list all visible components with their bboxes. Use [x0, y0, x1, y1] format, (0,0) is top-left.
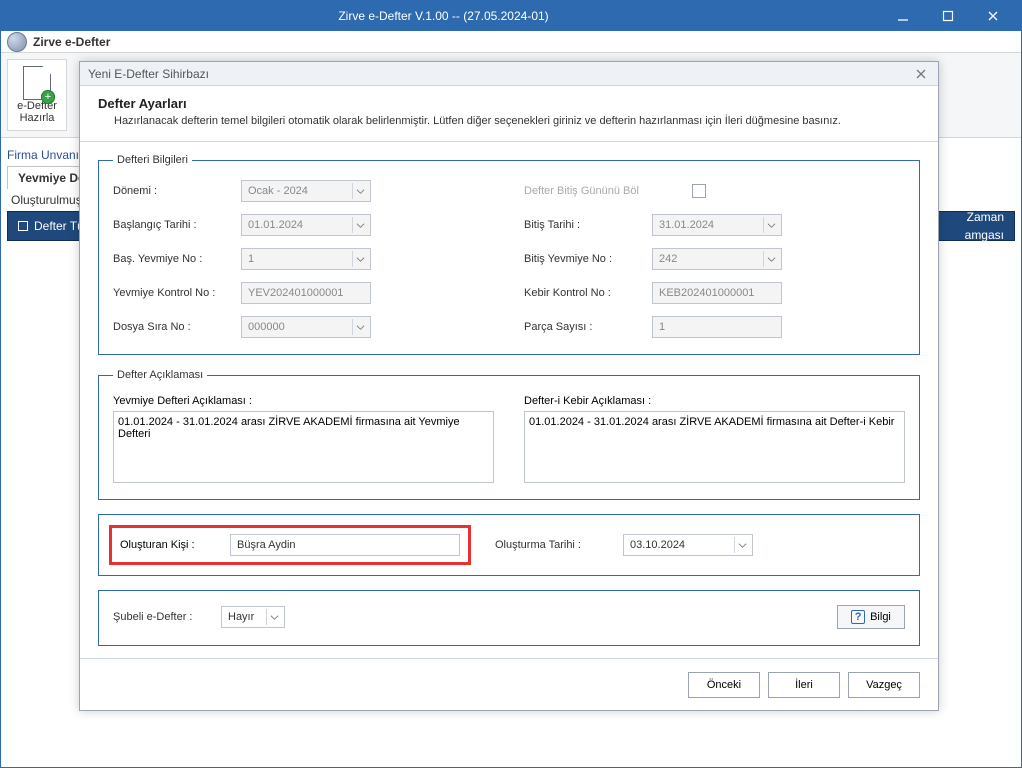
kebir-kontrol-value: KEB202401000001	[659, 287, 754, 299]
donemi-select[interactable]: Ocak - 2024	[241, 180, 371, 202]
maximize-icon	[942, 10, 954, 22]
edefter-hazirla-button[interactable]: + e-Defter Hazırla	[7, 59, 67, 131]
chevron-down-icon	[352, 319, 368, 335]
tab-olusturulmus[interactable]: Oluşturulmuş	[11, 193, 82, 207]
kebir-kontrol-label: Kebir Kontrol No :	[524, 287, 644, 299]
chevron-down-icon	[352, 217, 368, 233]
bit-yev-label: Bitiş Yevmiye No :	[524, 253, 644, 265]
grid-select-all[interactable]	[18, 221, 28, 231]
olusturan-kisi-input[interactable]: Büşra Aydin	[230, 534, 460, 556]
parca-label: Parça Sayısı :	[524, 321, 644, 333]
wizard-header: Defter Ayarları Hazırlanacak defterin te…	[80, 86, 938, 142]
bitis-value: 31.01.2024	[659, 219, 714, 231]
kebir-aciklama-textarea[interactable]	[524, 411, 905, 483]
window-title: Zirve e-Defter V.1.00 -- (27.05.2024-01)	[7, 9, 880, 23]
new-document-icon: +	[23, 66, 51, 100]
chevron-down-icon	[352, 183, 368, 199]
chevron-down-icon	[763, 251, 779, 267]
wizard-body: Defteri Bilgileri Dönemi : Ocak - 2024 D…	[80, 142, 938, 658]
kebir-aciklama-label: Defter-i Kebir Açıklaması :	[524, 395, 905, 407]
bol-checkbox[interactable]	[692, 184, 706, 198]
yev-kontrol-value: YEV202401000001	[248, 287, 343, 299]
legend-aciklama: Defter Açıklaması	[113, 369, 207, 381]
close-icon	[987, 10, 999, 22]
bas-yev-label: Baş. Yevmiye No :	[113, 253, 233, 265]
olusturma-tarih-value: 03.10.2024	[630, 539, 685, 551]
subeli-label: Şubeli e-Defter :	[113, 611, 213, 623]
grid-col-zaman-l2: amgası	[965, 229, 1004, 241]
olusturma-tarih-input[interactable]: 03.10.2024	[623, 534, 753, 556]
yev-aciklama-textarea[interactable]	[113, 411, 494, 483]
bit-yev-input[interactable]: 242	[652, 248, 782, 270]
wizard-modal: Yeni E-Defter Sihirbazı Defter Ayarları …	[79, 61, 939, 711]
bilgi-button[interactable]: ? Bilgi	[837, 605, 905, 629]
baslangic-value: 01.01.2024	[248, 219, 303, 231]
bilgi-label: Bilgi	[870, 611, 891, 623]
olusturma-tarih-label: Oluşturma Tarihi :	[495, 539, 615, 551]
subeli-value: Hayır	[228, 611, 254, 623]
panel-defteri-bilgileri: Defteri Bilgileri Dönemi : Ocak - 2024 D…	[98, 154, 920, 355]
chevron-down-icon	[352, 251, 368, 267]
onceki-button[interactable]: Önceki	[688, 672, 760, 698]
question-icon: ?	[851, 610, 865, 624]
donemi-value: Ocak - 2024	[248, 185, 308, 197]
wizard-heading: Defter Ayarları	[98, 96, 920, 111]
panel-subeli: Şubeli e-Defter : Hayır ? Bilgi	[98, 590, 920, 646]
wizard-titlebar: Yeni E-Defter Sihirbazı	[80, 62, 938, 86]
minimize-icon	[897, 10, 909, 22]
wizard-title: Yeni E-Defter Sihirbazı	[88, 67, 912, 81]
panel-aciklama: Defter Açıklaması Yevmiye Defteri Açıkla…	[98, 369, 920, 500]
yev-aciklama-label: Yevmiye Defteri Açıklaması :	[113, 395, 494, 407]
olusturan-kisi-value: Büşra Aydin	[237, 539, 296, 551]
maximize-button[interactable]	[925, 1, 970, 31]
grid-col-zaman-l1: Zaman	[967, 211, 1004, 223]
vazgec-button[interactable]: Vazgeç	[848, 672, 920, 698]
chevron-down-icon	[763, 217, 779, 233]
close-button[interactable]	[970, 1, 1015, 31]
ribbon-tab-label[interactable]: Zirve e-Defter	[33, 35, 110, 49]
titlebar: Zirve e-Defter V.1.00 -- (27.05.2024-01)	[1, 1, 1021, 31]
bitis-label: Bitiş Tarihi :	[524, 219, 644, 231]
wizard-subtext: Hazırlanacak defterin temel bilgileri ot…	[98, 115, 920, 127]
app-window: Zirve e-Defter V.1.00 -- (27.05.2024-01)…	[0, 0, 1022, 768]
dosya-value: 000000	[248, 321, 285, 333]
subeli-select[interactable]: Hayır	[221, 606, 285, 628]
kebir-kontrol-input: KEB202401000001	[652, 282, 782, 304]
app-icon	[7, 32, 27, 52]
bas-yev-value: 1	[248, 253, 254, 265]
wizard-close-button[interactable]	[912, 65, 930, 83]
parca-value: 1	[659, 321, 665, 333]
legend-defteri-bilgileri: Defteri Bilgileri	[113, 154, 192, 166]
bit-yev-value: 242	[659, 253, 677, 265]
baslangic-label: Başlangıç Tarihi :	[113, 219, 233, 231]
firma-unvan-label: Firma Unvanı	[7, 148, 79, 162]
donemi-label: Dönemi :	[113, 185, 233, 197]
bas-yev-input[interactable]: 1	[241, 248, 371, 270]
dosya-input[interactable]: 000000	[241, 316, 371, 338]
chevron-down-icon	[734, 537, 750, 553]
minimize-button[interactable]	[880, 1, 925, 31]
baslangic-input[interactable]: 01.01.2024	[241, 214, 371, 236]
olusturan-kisi-label: Oluşturan Kişi :	[120, 539, 220, 551]
yev-kontrol-input: YEV202401000001	[241, 282, 371, 304]
wizard-footer: Önceki İleri Vazgeç	[80, 658, 938, 710]
bitis-input[interactable]: 31.01.2024	[652, 214, 782, 236]
edefter-hazirla-line2: Hazırla	[20, 112, 55, 124]
bol-label: Defter Bitiş Gününü Böl	[524, 185, 684, 197]
yev-kontrol-label: Yevmiye Kontrol No :	[113, 287, 233, 299]
ileri-button[interactable]: İleri	[768, 672, 840, 698]
olusturan-highlight: Oluşturan Kişi : Büşra Aydin	[109, 525, 471, 565]
dosya-label: Dosya Sıra No :	[113, 321, 233, 333]
ribbon-tab-row: Zirve e-Defter	[1, 31, 1021, 53]
close-icon	[915, 68, 927, 80]
parca-input: 1	[652, 316, 782, 338]
panel-olusturan: Oluşturan Kişi : Büşra Aydin Oluşturma T…	[98, 514, 920, 576]
chevron-down-icon	[266, 609, 282, 625]
